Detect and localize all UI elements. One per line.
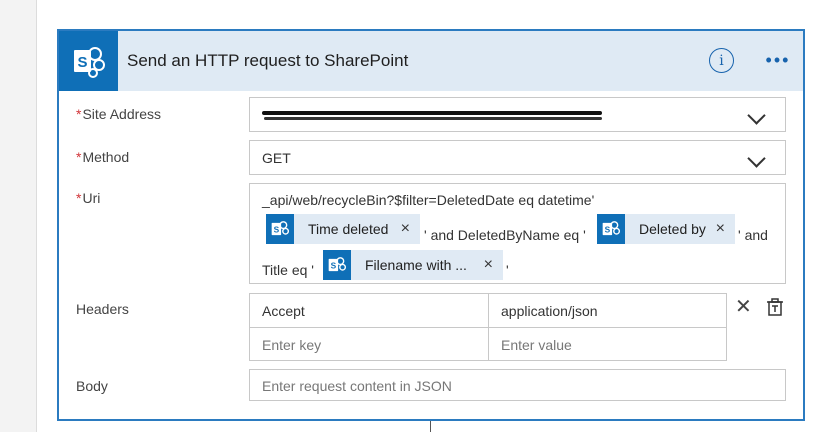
action-card[interactable]: S Send an HTTP request to SharePoint i •… bbox=[57, 29, 805, 421]
svg-text:S: S bbox=[274, 224, 280, 234]
site-address-label: *Site Address bbox=[76, 106, 162, 122]
close-icon[interactable]: ✕ bbox=[735, 297, 752, 317]
uri-input[interactable]: _api/web/recycleBin?$filter=DeletedDate … bbox=[249, 183, 786, 284]
sharepoint-icon: S bbox=[59, 31, 118, 91]
uri-text-segment: ' and bbox=[738, 227, 768, 243]
close-icon[interactable]: × bbox=[716, 220, 725, 238]
uri-text-segment: Title eq ' bbox=[262, 262, 314, 278]
token-label: Filename with ... bbox=[365, 257, 467, 273]
uri-text-segment: ' and DeletedByName eq ' bbox=[424, 227, 586, 243]
chevron-down-icon[interactable] bbox=[747, 106, 766, 125]
sharepoint-icon: S bbox=[266, 214, 294, 244]
sharepoint-icon: S bbox=[323, 250, 351, 280]
header-value-input[interactable]: application/json bbox=[488, 293, 727, 328]
ellipsis-icon[interactable]: ••• bbox=[763, 47, 793, 73]
card-title: Send an HTTP request to SharePoint bbox=[127, 51, 409, 70]
token-time-deleted[interactable]: S Time deleted × bbox=[266, 214, 420, 244]
headers-label: Headers bbox=[76, 301, 129, 317]
header-value-empty-input[interactable]: Enter value bbox=[488, 327, 727, 361]
sharepoint-icon: S bbox=[597, 214, 625, 244]
method-label: *Method bbox=[76, 149, 130, 165]
site-address-dropdown[interactable] bbox=[249, 97, 786, 132]
token-deleted-by[interactable]: S Deleted by × bbox=[597, 214, 735, 244]
svg-text:S: S bbox=[605, 224, 611, 234]
method-dropdown[interactable]: GET bbox=[249, 140, 786, 175]
header-key-empty-input[interactable]: Enter key bbox=[249, 327, 489, 361]
header-key-input[interactable]: Accept bbox=[249, 293, 489, 328]
svg-text:S: S bbox=[77, 54, 87, 71]
uri-text-segment: ' bbox=[506, 262, 509, 278]
body-input[interactable]: Enter request content in JSON bbox=[249, 369, 786, 401]
uri-text-line1: _api/web/recycleBin?$filter=DeletedDate … bbox=[262, 192, 595, 208]
info-icon[interactable]: i bbox=[709, 48, 734, 73]
uri-label: *Uri bbox=[76, 190, 101, 206]
card-header[interactable]: S Send an HTTP request to SharePoint i •… bbox=[59, 31, 803, 91]
token-label: Deleted by bbox=[639, 221, 706, 237]
close-icon[interactable]: × bbox=[484, 256, 493, 274]
redacted-value bbox=[262, 111, 602, 115]
chevron-down-icon[interactable] bbox=[747, 149, 766, 168]
body-label: Body bbox=[76, 378, 108, 394]
close-icon[interactable]: × bbox=[401, 220, 410, 238]
token-filename[interactable]: S Filename with ... × bbox=[323, 250, 503, 280]
svg-text:S: S bbox=[331, 260, 337, 270]
token-label: Time deleted bbox=[308, 221, 389, 237]
flow-connector bbox=[430, 420, 431, 432]
redacted-value-stroke bbox=[264, 117, 602, 120]
trash-icon[interactable] bbox=[765, 297, 785, 317]
method-value: GET bbox=[262, 150, 291, 166]
